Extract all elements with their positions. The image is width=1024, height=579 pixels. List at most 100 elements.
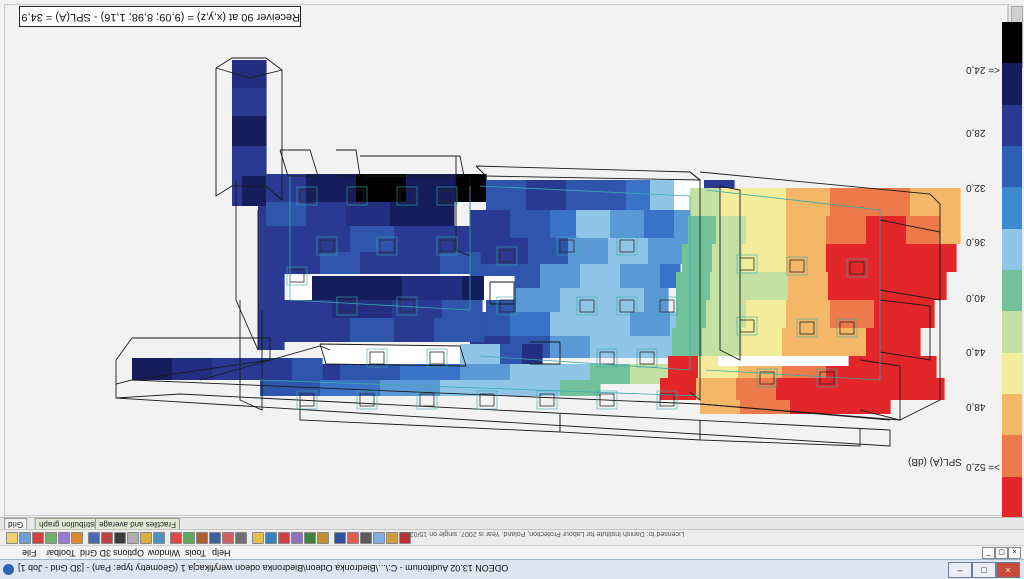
toolbar-button-icon[interactable] [334,532,346,544]
grid-cell [866,244,907,272]
toolbar-button-icon[interactable] [45,532,57,544]
menu-file[interactable]: File [22,547,37,558]
menu-bar: File Toolbar 3D Grid Options Window Tool… [0,545,1024,559]
grid-cell [232,146,267,176]
grid-cell [736,378,777,400]
grid-cell [356,174,407,202]
wireframe-base-room [299,400,561,433]
grid-cell [718,356,849,366]
grid-cell [510,210,551,238]
legend-swatch [1002,270,1022,312]
toolbar-button-icon[interactable] [19,532,31,544]
toolbar-button-icon[interactable] [140,532,152,544]
grid-cell [940,188,961,216]
toolbar-button-icon[interactable] [317,532,329,544]
grid-cell [346,202,391,226]
toolbar-button-icon[interactable] [127,532,139,544]
grid-cell [946,244,957,272]
grid-cell [550,336,591,358]
toolbar-button-icon[interactable] [170,532,182,544]
menu-tools[interactable]: Tools [185,547,206,558]
grid-cell [360,252,401,274]
grid-cell [620,264,661,288]
toolbar-button-icon[interactable] [304,532,316,544]
grid-cell [460,344,501,364]
toolbar-button-icon[interactable] [88,532,100,544]
grid-cell [312,276,403,300]
grid-cell [270,318,311,342]
toolbar-button-icon[interactable] [373,532,385,544]
legend-swatch [1002,394,1022,436]
toolbar-button-icon[interactable] [347,532,359,544]
grid-cell [866,356,907,378]
legend-swatch [1002,63,1022,105]
menu-window[interactable]: Window [148,547,180,558]
grid-cell [320,344,461,364]
grid-cell [528,238,569,264]
grid-cell [744,272,789,300]
toolbar-button-icon[interactable] [71,532,83,544]
grid-cell [672,328,703,356]
grid-cell [916,272,947,300]
menu-help[interactable]: Help [212,547,231,558]
toolbar-button-icon[interactable] [278,532,290,544]
menu-3d-grid[interactable]: 3D Grid [80,547,111,558]
grid-cell [630,312,671,336]
toolbar-button-icon[interactable] [235,532,247,544]
tab-strip: Grid Distribution graph Fractiles and av… [0,517,1024,530]
grid-cell [826,216,867,244]
toolbar-button-icon[interactable] [183,532,195,544]
toolbar-button-icon[interactable] [265,532,277,544]
toolbar-button-icon[interactable] [252,532,264,544]
grid-cell [590,336,631,358]
toolbar-button-icon[interactable] [222,532,234,544]
legend-tick-label: 32,0 [966,182,986,193]
toolbar-button-icon[interactable] [360,532,372,544]
grid-cell [866,216,907,244]
grid-cell [402,276,463,300]
toolbar-button-icon[interactable] [101,532,113,544]
toolbar-button-icon[interactable] [209,532,221,544]
grid-cell [906,244,947,272]
minimize-button[interactable]: – [948,562,972,578]
grid-cell [830,300,875,328]
menu-toolbar[interactable]: Toolbar [46,547,76,558]
grid-cell [550,210,577,238]
toolbar-button-icon[interactable] [196,532,208,544]
toolbar-button-icon[interactable] [386,532,398,544]
legend-swatch [1002,187,1022,229]
grid-cell [826,244,867,272]
close-button[interactable]: × [996,562,1020,578]
grid-cell [350,318,395,342]
grid-cell [430,202,455,226]
grid-cell [232,176,243,206]
grid-cell [630,336,671,358]
grid-cell [292,358,323,380]
grid-cell [716,216,747,244]
mdi-close-icon[interactable]: × [1008,547,1021,559]
grid-cell [782,328,823,356]
toolbar-button-icon[interactable] [32,532,44,544]
toolbar-button-icon[interactable] [114,532,126,544]
spl-color-legend [1002,22,1022,518]
grid-cell [786,300,831,328]
grid-cell [320,252,361,274]
mdi-minimize-icon[interactable]: _ [982,547,995,559]
toolbar-button-icon[interactable] [6,532,18,544]
toolbar-button-icon[interactable] [58,532,70,544]
receiver-info: Receiver 90 at (x,y,z) = (9,09; 8,98; 1,… [19,6,301,27]
grid-cell [786,244,827,272]
grid-cell [590,312,631,336]
grid-cell [306,174,357,202]
menu-options[interactable]: Options [113,547,144,558]
grid-cell [696,378,737,400]
grid-cell [906,216,941,244]
toolbar-button-icon[interactable] [153,532,165,544]
toolbar-button-icon[interactable] [291,532,303,544]
grid-cell [840,400,891,414]
maximize-button[interactable]: □ [972,562,996,578]
grid-cell [910,328,921,356]
grid-cell [580,264,621,288]
grid-cell [690,188,721,216]
mdi-restore-icon[interactable]: ▢ [995,547,1008,559]
